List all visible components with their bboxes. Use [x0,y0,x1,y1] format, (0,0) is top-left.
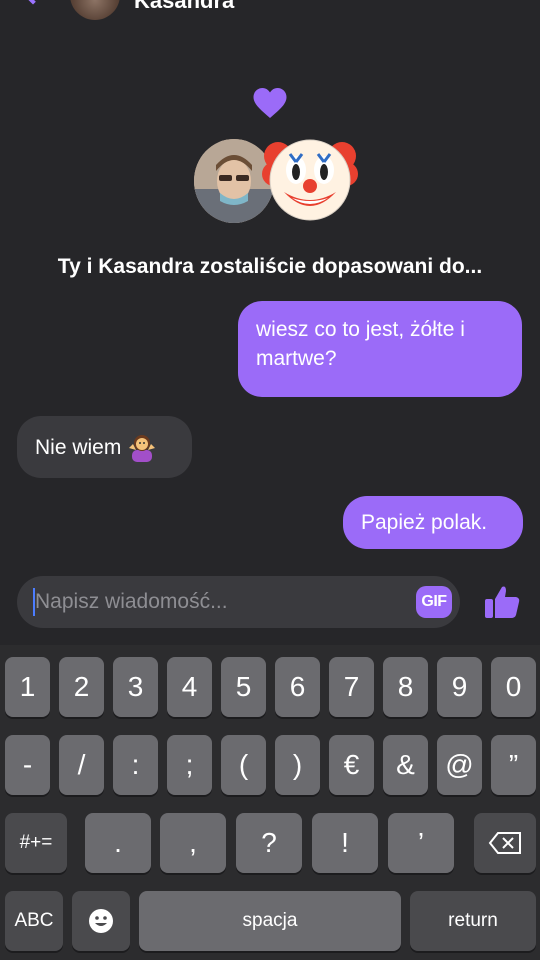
key[interactable]: 6 [275,657,320,717]
key[interactable]: ! [312,813,378,873]
message-input[interactable] [35,588,395,616]
backspace-key[interactable] [474,813,536,873]
message-text: wiesz co to jest, żółte i martwe? [256,318,465,370]
key[interactable]: ’ [388,813,454,873]
back-icon[interactable] [17,0,49,5]
thumbs-up-icon[interactable] [482,582,522,622]
key[interactable]: 3 [113,657,158,717]
keyboard: 1 2 3 4 5 6 7 8 9 0 - / : ; ( ) € & @ ” … [0,645,540,960]
chat-screen: Kasandra Ty i Kasandra zostaliście dopas… [0,0,540,645]
key[interactable]: ( [221,735,266,795]
key[interactable]: ) [275,735,320,795]
key[interactable]: 5 [221,657,266,717]
key[interactable]: - [5,735,50,795]
message-bubble-outgoing[interactable]: wiesz co to jest, żółte i martwe? [238,301,522,397]
key[interactable]: 8 [383,657,428,717]
key[interactable]: 4 [167,657,212,717]
message-text: Nie wiem [35,435,122,459]
key[interactable]: / [59,735,104,795]
key[interactable]: ; [167,735,212,795]
key[interactable]: 9 [437,657,482,717]
key[interactable]: ” [491,735,536,795]
message-text: Papież polak. [361,511,488,534]
space-key[interactable]: spacja [139,891,401,951]
clown-face-avatar [262,139,358,221]
person-shrugging-icon [129,435,156,462]
heart-icon [253,88,287,118]
return-key[interactable]: return [410,891,536,951]
match-text: Ty i Kasandra zostaliście dopasowani do.… [57,255,483,278]
message-composer[interactable]: GIF [17,576,460,628]
message-bubble-incoming[interactable]: Nie wiem [17,416,192,478]
abc-key[interactable]: ABC [5,891,63,951]
contact-name[interactable]: Kasandra [134,0,234,14]
key[interactable]: ? [236,813,302,873]
backspace-icon [488,832,521,854]
symbols-key[interactable]: #+= [5,813,67,873]
key[interactable]: @ [437,735,482,795]
key[interactable]: 2 [59,657,104,717]
message-bubble-outgoing[interactable]: Papież polak. [343,496,523,549]
key[interactable]: , [160,813,226,873]
key[interactable]: € [329,735,374,795]
key[interactable]: 0 [491,657,536,717]
key[interactable]: 1 [5,657,50,717]
key[interactable]: & [383,735,428,795]
gif-button[interactable]: GIF [416,586,452,618]
emoji-key[interactable] [72,891,130,951]
key[interactable]: . [85,813,151,873]
header-avatar[interactable] [70,0,120,20]
key[interactable]: : [113,735,158,795]
key[interactable]: 7 [329,657,374,717]
emoji-icon [89,909,113,933]
